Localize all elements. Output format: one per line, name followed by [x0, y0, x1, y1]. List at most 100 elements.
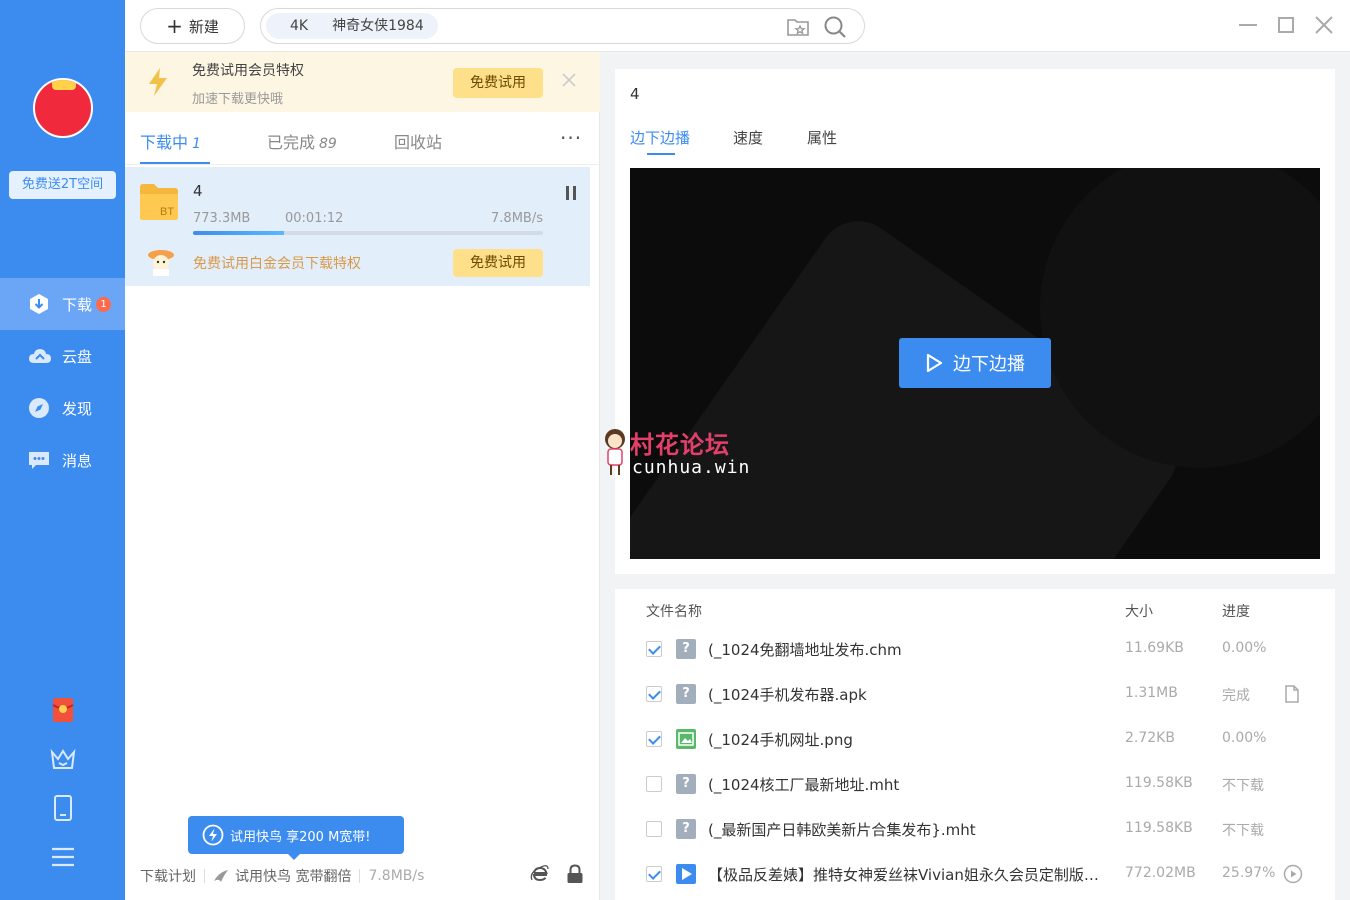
- search-tag-text-1: 4K: [290, 18, 309, 34]
- tab-label: 下载中: [140, 133, 189, 152]
- file-checkbox[interactable]: [646, 866, 662, 882]
- close-icon[interactable]: [1313, 14, 1335, 36]
- tab-recycle-bin[interactable]: 回收站: [394, 129, 442, 153]
- new-task-button[interactable]: + 新建: [140, 8, 245, 44]
- sidebar-nav: 下载 1 云盘 发现 消息: [0, 278, 125, 486]
- compass-icon: [28, 397, 50, 419]
- file-size: 1.31MB: [1125, 685, 1178, 701]
- file-checkbox[interactable]: [646, 686, 662, 702]
- tab-count: 89: [319, 136, 337, 152]
- file-name: (_1024免翻墙地址发布.chm: [708, 641, 902, 659]
- file-progress: 25.97%: [1222, 865, 1276, 881]
- tab-properties[interactable]: 属性: [807, 127, 837, 148]
- file-row[interactable]: ? (_最新国产日韩欧美新片合集发布}.mht 119.58KB 不下载: [615, 807, 1335, 852]
- tab-play-while-downloading[interactable]: 边下边播: [630, 127, 690, 148]
- file-row[interactable]: ? (_1024手机发布器.apk 1.31MB 完成: [615, 672, 1335, 717]
- boost-icon: [202, 824, 224, 846]
- speed-boost-tooltip[interactable]: 试用快鸟 享200 M宽带!: [188, 816, 404, 860]
- sidebar: 免费送2T空间 下载 1 云盘 发现 消息: [0, 0, 125, 900]
- tab-downloading[interactable]: 下载中 1: [140, 129, 201, 153]
- download-icon: [28, 293, 50, 315]
- video-player[interactable]: 边下边播: [630, 168, 1320, 559]
- divider: [125, 164, 600, 165]
- file-row[interactable]: (_1024手机网址.png 2.72KB 0.00%: [615, 717, 1335, 762]
- bt-label: BT: [160, 206, 174, 218]
- close-banner-icon[interactable]: [561, 72, 577, 88]
- file-row[interactable]: 【极品反差婊】推特女神爱丝袜Vivian姐永久会员定制版流... 772.02MB…: [615, 852, 1335, 897]
- speed-boost-text: 试用快鸟 享200 M宽带!: [230, 829, 371, 845]
- active-tab-indicator: [647, 153, 675, 155]
- maximize-icon[interactable]: [1275, 14, 1297, 36]
- column-header-size[interactable]: 大小: [1125, 601, 1153, 621]
- free-space-promo-button[interactable]: 免费送2T空间: [9, 171, 116, 199]
- unknown-file-icon: ?: [676, 684, 696, 704]
- sidebar-item-discover[interactable]: 发现: [0, 382, 125, 434]
- search-icon[interactable]: [823, 15, 847, 39]
- file-checkbox[interactable]: [646, 776, 662, 792]
- search-input[interactable]: 4K 神奇女侠1984: [260, 8, 865, 44]
- unknown-file-icon: ?: [676, 774, 696, 794]
- lightning-icon: [147, 67, 169, 101]
- download-plan-link[interactable]: 下载计划: [140, 866, 196, 886]
- tab-label: 回收站: [394, 133, 443, 152]
- sidebar-bottom: [0, 685, 125, 881]
- watermark: 村花论坛 cunhua.win: [600, 425, 760, 481]
- favorite-folder-icon[interactable]: [786, 15, 810, 39]
- download-tabs: 下载中 1 已完成 89 回收站 ···: [140, 112, 585, 164]
- sidebar-item-label: 云盘: [62, 347, 93, 366]
- task-name: 4: [193, 182, 203, 200]
- download-task-row[interactable]: BT 4 773.3MB 00:01:12 7.8MB/s 免费试用白金会员下载…: [125, 167, 590, 286]
- watermark-girl-icon: [600, 427, 630, 481]
- file-progress: 完成: [1222, 688, 1250, 704]
- avatar[interactable]: [33, 78, 93, 138]
- file-row[interactable]: ? (_1024免翻墙地址发布.chm 11.69KB 0.00%: [615, 627, 1335, 672]
- play-while-downloading-button[interactable]: 边下边播: [899, 338, 1051, 388]
- file-size: 119.58KB: [1125, 820, 1193, 836]
- more-options-button[interactable]: ···: [560, 126, 582, 150]
- file-checkbox[interactable]: [646, 731, 662, 747]
- search-tag[interactable]: 4K 神奇女侠1984: [266, 13, 438, 39]
- cloud-icon: [28, 345, 51, 367]
- file-name: (_最新国产日韩欧美新片合集发布}.mht: [708, 821, 976, 839]
- play-icon[interactable]: [1283, 864, 1303, 888]
- column-header-name[interactable]: 文件名称: [646, 601, 702, 621]
- tab-completed[interactable]: 已完成 89: [267, 129, 337, 153]
- unknown-file-icon: ?: [676, 639, 696, 659]
- file-checkbox[interactable]: [646, 821, 662, 837]
- file-name: (_1024手机发布器.apk: [708, 686, 867, 704]
- total-speed: 7.8MB/s: [368, 868, 425, 884]
- vip-banner-title: 免费试用会员特权: [192, 63, 304, 79]
- play-button-label: 边下边播: [953, 354, 1025, 375]
- phone-icon[interactable]: [0, 783, 125, 832]
- column-header-progress[interactable]: 进度: [1222, 601, 1250, 621]
- bird-icon: [214, 870, 228, 882]
- speed-boost-link[interactable]: 试用快鸟 宽带翻倍: [235, 866, 351, 886]
- detail-title: 4: [630, 85, 640, 103]
- sidebar-item-cloud[interactable]: 云盘: [0, 330, 125, 382]
- minimize-icon[interactable]: [1237, 14, 1259, 36]
- browser-icon[interactable]: [530, 864, 550, 888]
- red-envelope-icon[interactable]: [0, 685, 125, 734]
- file-list: 文件名称 大小 进度 ? (_1024免翻墙地址发布.chm 11.69KB 0.00…: [615, 589, 1335, 900]
- tab-speed[interactable]: 速度: [733, 127, 763, 148]
- sidebar-item-download[interactable]: 下载 1: [0, 278, 125, 330]
- file-size: 119.58KB: [1125, 775, 1193, 791]
- download-list-pane: 免费试用会员特权 加速下载更快哦 免费试用 下载中 1 已完成 89 回收站 ···…: [125, 52, 600, 900]
- menu-icon[interactable]: [0, 832, 125, 881]
- free-trial-button[interactable]: 免费试用: [453, 68, 543, 98]
- sidebar-item-messages[interactable]: 消息: [0, 434, 125, 486]
- file-checkbox[interactable]: [646, 641, 662, 657]
- platinum-trial-button[interactable]: 免费试用: [453, 249, 543, 277]
- download-count-badge: 1: [96, 296, 112, 312]
- file-icon[interactable]: [1283, 684, 1301, 708]
- file-progress: 不下载: [1222, 778, 1264, 794]
- crown-icon[interactable]: [0, 734, 125, 783]
- watermark-text-cn: 村花论坛: [630, 431, 730, 459]
- pause-icon[interactable]: [565, 185, 577, 201]
- file-name: 【极品反差婊】推特女神爱丝袜Vivian姐永久会员定制版流...: [708, 866, 1108, 884]
- task-remaining-time: 00:01:12: [285, 211, 344, 226]
- lock-icon[interactable]: [566, 864, 584, 888]
- play-icon: [926, 353, 943, 373]
- file-name: (_1024手机网址.png: [708, 731, 853, 749]
- file-row[interactable]: ? (_1024核工厂最新地址.mht 119.58KB 不下载: [615, 762, 1335, 807]
